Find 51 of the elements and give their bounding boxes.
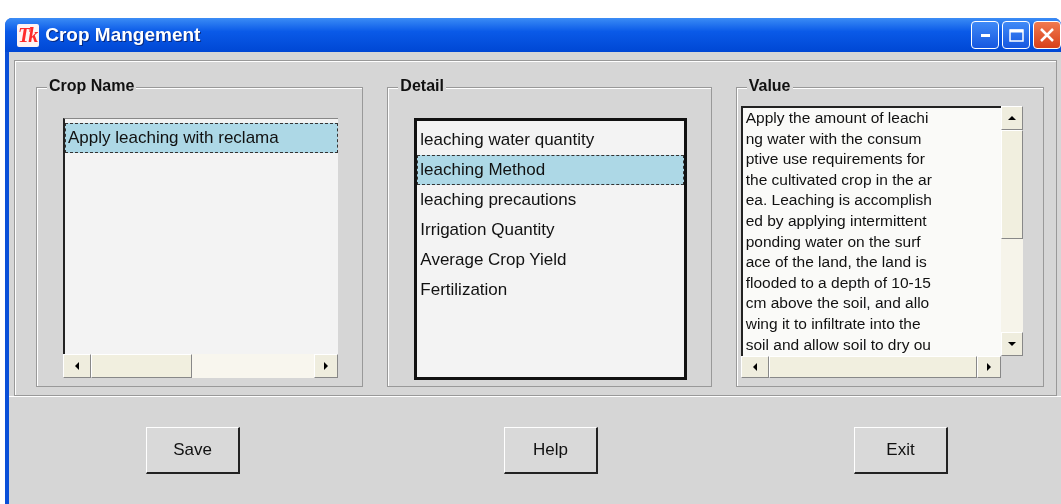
text-line: soil and allow soil to dry ou (745, 334, 932, 355)
left-arrow-icon (751, 363, 758, 371)
text-line: ace of the land, the land is (745, 252, 928, 273)
scrollbar-thumb[interactable] (1000, 130, 1023, 240)
list-item[interactable]: leaching water quantity (417, 125, 684, 155)
group-label: Crop Name (47, 77, 137, 95)
text-line: cm above the soil, and allo (745, 293, 931, 314)
text-line: the cultivated crop in the ar (745, 169, 933, 190)
minimize-button[interactable] (971, 21, 999, 49)
right-arrow-icon (323, 362, 330, 370)
list-item[interactable]: Irrigation Quantity (417, 215, 684, 245)
text-line: ea. Leaching is accomplish (745, 190, 933, 211)
scroll-up-button[interactable] (1000, 106, 1023, 130)
scroll-left-button[interactable] (63, 354, 91, 378)
scrollbar-thumb[interactable] (768, 356, 977, 378)
maximize-button[interactable] (1002, 21, 1030, 49)
text-line: flooded to a depth of 10-15 (745, 272, 932, 293)
list-item[interactable]: Apply leaching with reclama (65, 123, 339, 153)
action-button[interactable]: Help (504, 427, 598, 474)
text-line: ng water with the consum (745, 128, 923, 149)
down-arrow-icon (1007, 341, 1016, 347)
crop-list[interactable]: Apply leaching with reclama (63, 118, 339, 354)
scroll-down-button[interactable] (1000, 332, 1023, 356)
up-arrow-icon (1007, 115, 1016, 121)
window-title: Crop Mangement (45, 24, 201, 46)
text-line: ponding water on the surf (745, 231, 922, 252)
scrollbar-thumb[interactable] (91, 354, 192, 378)
list-item[interactable]: Average Crop Yield (417, 245, 684, 275)
vertical-scrollbar[interactable] (1000, 106, 1023, 356)
text-line: Apply the amount of leachi (745, 108, 930, 128)
close-button[interactable] (1033, 21, 1061, 49)
right-arrow-icon (985, 363, 992, 371)
app-icon: Tk (17, 23, 40, 47)
action-button[interactable]: Save (146, 427, 240, 474)
list-item[interactable]: Fertilization (417, 275, 684, 305)
value-text-area[interactable] (740, 106, 1001, 356)
list-item[interactable]: leaching Method (417, 155, 684, 185)
scroll-right-button[interactable] (976, 356, 1001, 378)
horizontal-scrollbar[interactable] (63, 354, 339, 378)
text-line: wing it to infiltrate into the (745, 313, 922, 334)
maximize-icon (1008, 28, 1024, 42)
minimize-icon (980, 33, 990, 37)
detail-list[interactable]: leaching water quantity leaching Method leaching precautions Irrigation Quantity Average Crop Yield Fertilization (414, 118, 687, 380)
action-button[interactable]: Exit (854, 427, 948, 474)
left-arrow-icon (74, 362, 80, 370)
close-icon (1040, 28, 1054, 42)
list-item[interactable]: leaching precautions (417, 185, 684, 215)
text-line: ed by applying intermittent (745, 210, 928, 231)
scroll-left-button[interactable] (740, 356, 769, 378)
text-line: ptive use requirements for (745, 149, 926, 170)
horizontal-scrollbar[interactable] (740, 356, 1001, 378)
